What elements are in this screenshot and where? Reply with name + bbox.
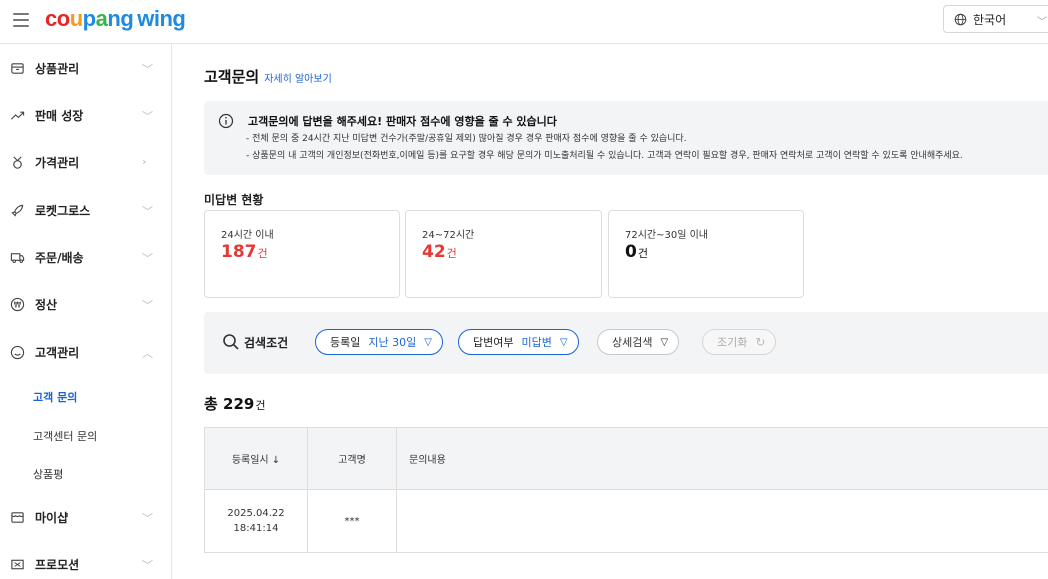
chevron-down-icon: ﹀ [142,559,153,572]
sidebar-item-settlement[interactable]: ₩ 정산 ﹀ [0,291,171,317]
sidebar-item-products[interactable]: 상품관리 ﹀ [0,55,171,81]
cell-customer: *** [308,490,397,552]
notice-line: - 상품문의 내 고객의 개인정보(전화번호,이메일 등)를 요구할 경우 해당… [246,151,963,161]
sidebar-item-my-shop[interactable]: 마이샵 ﹀ [0,504,171,530]
refresh-icon: ↻ [755,335,766,349]
search-icon [223,334,239,350]
sidebar-item-label: 로켓그로스 [35,203,91,218]
date-filter-pill[interactable]: 등록일 지난 30일 ▽ [315,329,443,355]
sidebar-subitem-cs-inquiry[interactable]: 고객센터 문의 [33,428,97,444]
sidebar-subitem-customer-inquiry[interactable]: 고객 문의 [33,389,77,405]
learn-more-link[interactable]: 자세히 알아보기 [264,70,332,85]
price-tag-icon [9,154,25,170]
top-header: coupang wing 한국어 ﹀ [0,0,1048,44]
notice-box: 고객문의에 답변을 해주세요! 판매자 점수에 영향을 줄 수 있습니다 - 전… [204,101,1048,175]
sidebar-item-label: 고객관리 [35,345,80,360]
chevron-down-icon: ▽ [424,336,432,348]
sidebar-item-sales-growth[interactable]: 판매 성장 ﹀ [0,102,171,128]
menu-icon[interactable] [13,13,29,27]
chevron-down-icon: ▽ [559,336,568,348]
sidebar-item-label: 상품관리 [35,61,80,76]
inquiry-table: 등록일시 ↓ 고객명 문의내용 2025.04.22 18:41:14 *** [204,427,1048,553]
stat-value: 187건 [221,242,268,262]
total-count: 총 229건 [204,395,266,413]
chevron-up-icon: ︿ [142,347,153,360]
table-header: 등록일시 ↓ 고객명 문의내용 [205,428,1048,490]
column-header-customer: 고객명 [308,428,397,489]
truck-icon [9,249,25,265]
stat-label: 24시간 이내 [221,230,274,241]
chevron-right-icon: › [142,155,147,168]
sidebar-item-label: 프로모션 [35,557,80,572]
search-conditions-label: 검색조건 [222,333,288,351]
reset-button[interactable]: 조기화 ↻ [702,329,777,355]
shop-icon [9,509,25,525]
sidebar-item-rocket-growth[interactable]: 로켓그로스 ﹀ [0,197,171,223]
chevron-down-icon: ﹀ [142,299,153,312]
sidebar-item-label: 가격관리 [35,155,80,170]
sidebar-item-orders[interactable]: 주문/배송 ﹀ [0,244,171,270]
sidebar-item-pricing[interactable]: 가격관리 › [0,149,171,175]
won-coin-icon: ₩ [9,296,25,312]
filter-bar: 검색조건 등록일 지난 30일 ▽ 답변여부 미답변 ▽ 상세검색 ▽ 조기화 ↻ [204,312,1048,374]
notice-line: - 전체 문의 중 24시간 지난 미답변 건수가(주말/공휴일 제외) 많아질… [246,134,687,144]
sidebar-item-customer-management[interactable]: 고객관리 ︿ [0,339,171,365]
chevron-down-icon: ﹀ [142,205,153,218]
stat-label: 72시간~30일 이내 [625,230,709,241]
stat-value: 0건 [625,242,648,262]
chevron-down-icon: ﹀ [142,110,153,123]
column-header-date[interactable]: 등록일시 ↓ [205,428,308,489]
chevron-down-icon: ﹀ [142,252,153,265]
stat-label: 24~72시간 [422,230,475,241]
language-select[interactable]: 한국어 ﹀ [943,5,1048,33]
title-row: 고객문의 자세히 알아보기 [204,66,332,87]
svg-text:₩: ₩ [13,300,21,309]
stat-card-72h-30d[interactable]: 72시간~30일 이내 0건 [608,210,804,298]
main-content: 고객문의 자세히 알아보기 고객문의에 답변을 해주세요! 판매자 점수에 영향… [172,44,1048,579]
cell-content[interactable] [397,490,1048,552]
sidebar-item-label: 주문/배송 [35,250,84,265]
sidebar-item-label: 마이샵 [35,510,69,525]
sidebar-item-promotion[interactable]: 프로모션 ﹀ [0,551,171,577]
box-icon [9,60,25,76]
cell-date: 2025.04.22 18:41:14 [205,490,308,552]
page-title: 고객문의 [204,68,260,86]
rocket-icon [9,202,25,218]
sidebar: 상품관리 ﹀ 판매 성장 ﹀ 가격관리 › 로켓그로스 ﹀ 주문/배송 ﹀ ₩ … [0,44,172,579]
smile-icon [9,344,25,360]
table-row[interactable]: 2025.04.22 18:41:14 *** [205,490,1048,552]
stat-card-24-72h[interactable]: 24~72시간 42건 [405,210,602,298]
answer-status-filter-pill[interactable]: 답변여부 미답변 ▽ [458,329,579,355]
info-icon [218,113,234,132]
unanswered-status-label: 미답변 현황 [204,193,264,207]
coupang-wing-logo[interactable]: coupang wing [45,6,186,32]
language-label: 한국어 [973,12,1007,27]
sidebar-item-label: 판매 성장 [35,108,84,123]
promotion-icon [9,556,25,572]
column-header-content: 문의내용 [409,455,446,466]
trend-up-icon [9,107,25,123]
notice-title: 고객문의에 답변을 해주세요! 판매자 점수에 영향을 줄 수 있습니다 [248,115,557,128]
chevron-down-icon: ﹀ [1037,17,1047,28]
chevron-down-icon: ﹀ [142,512,153,525]
globe-icon [954,13,967,25]
stat-card-24h[interactable]: 24시간 이내 187건 [204,210,400,298]
chevron-down-icon: ▽ [660,336,669,348]
stat-value: 42건 [422,242,457,262]
detail-search-button[interactable]: 상세검색 ▽ [597,329,680,355]
sidebar-subitem-reviews[interactable]: 상품평 [33,466,63,482]
sidebar-item-label: 정산 [35,297,58,312]
chevron-down-icon: ﹀ [142,63,153,76]
